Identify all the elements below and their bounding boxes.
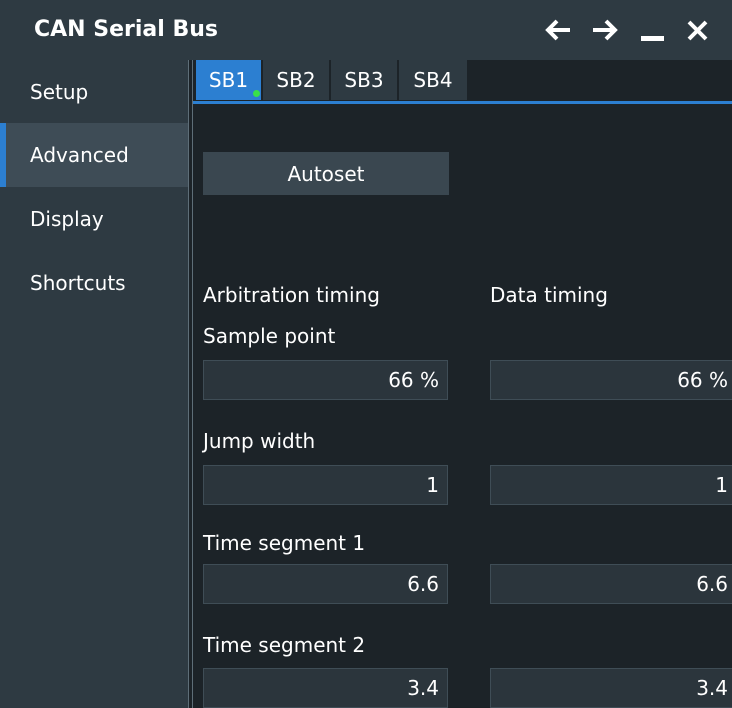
sidebar-divider: [188, 60, 189, 708]
tab-label: SB1: [208, 68, 249, 92]
data-timing-header: Data timing: [490, 283, 608, 307]
data-jump-width-field[interactable]: 1: [490, 465, 732, 505]
field-value: 3.4: [407, 676, 439, 700]
back-button[interactable]: [543, 14, 573, 46]
sidebar-item-shortcuts[interactable]: Shortcuts: [0, 251, 188, 315]
arbitration-time-segment-1-field[interactable]: 6.6: [203, 564, 448, 604]
field-value: 1: [426, 473, 439, 497]
close-button[interactable]: [683, 14, 713, 46]
field-value: 66 %: [677, 368, 728, 392]
window-title: CAN Serial Bus: [34, 17, 218, 42]
sample-point-label: Sample point: [203, 324, 336, 348]
sidebar: Setup Advanced Display Shortcuts: [0, 60, 188, 708]
field-value: 3.4: [696, 676, 728, 700]
arbitration-jump-width-field[interactable]: 1: [203, 465, 448, 505]
tab-sb1[interactable]: SB1: [196, 60, 261, 100]
sidebar-item-setup[interactable]: Setup: [0, 60, 188, 124]
minimize-icon: [641, 36, 664, 41]
arbitration-time-segment-2-field[interactable]: 3.4: [203, 668, 448, 708]
time-segment-2-label: Time segment 2: [203, 633, 366, 657]
data-time-segment-2-field[interactable]: 3.4: [490, 668, 732, 708]
sidebar-divider: [192, 60, 193, 708]
arrow-right-icon: [593, 19, 618, 41]
tab-sb4[interactable]: SB4: [399, 60, 467, 100]
data-time-segment-1-field[interactable]: 6.6: [490, 564, 732, 604]
tab-sb2[interactable]: SB2: [263, 60, 329, 100]
sidebar-item-display[interactable]: Display: [0, 187, 188, 251]
sidebar-item-label: Display: [30, 207, 104, 231]
arbitration-timing-header: Arbitration timing: [203, 283, 380, 307]
tab-label: SB3: [344, 68, 384, 92]
field-value: 6.6: [407, 572, 439, 596]
title-bar: CAN Serial Bus: [0, 0, 732, 60]
tab-sb3[interactable]: SB3: [331, 60, 397, 100]
close-icon: [687, 20, 708, 41]
sidebar-item-label: Setup: [30, 80, 89, 104]
sidebar-item-label: Shortcuts: [30, 271, 126, 295]
data-sample-point-field[interactable]: 66 %: [490, 360, 732, 400]
tab-underline: [193, 101, 732, 104]
field-value: 1: [715, 473, 728, 497]
arbitration-sample-point-field[interactable]: 66 %: [203, 360, 448, 400]
minimize-button[interactable]: [638, 14, 668, 46]
field-value: 6.6: [696, 572, 728, 596]
status-indicator: [253, 90, 260, 97]
jump-width-label: Jump width: [203, 429, 316, 453]
sidebar-item-advanced[interactable]: Advanced: [0, 123, 188, 187]
serial-bus-tabs: SB1 SB2 SB3 SB4: [193, 60, 732, 104]
forward-button[interactable]: [590, 14, 620, 46]
sidebar-item-label: Advanced: [30, 143, 129, 167]
time-segment-1-label: Time segment 1: [203, 531, 366, 555]
tab-label: SB4: [413, 68, 453, 92]
tab-label: SB2: [276, 68, 316, 92]
arrow-left-icon: [545, 19, 570, 41]
field-value: 66 %: [388, 368, 439, 392]
autoset-button[interactable]: Autoset: [203, 152, 449, 195]
